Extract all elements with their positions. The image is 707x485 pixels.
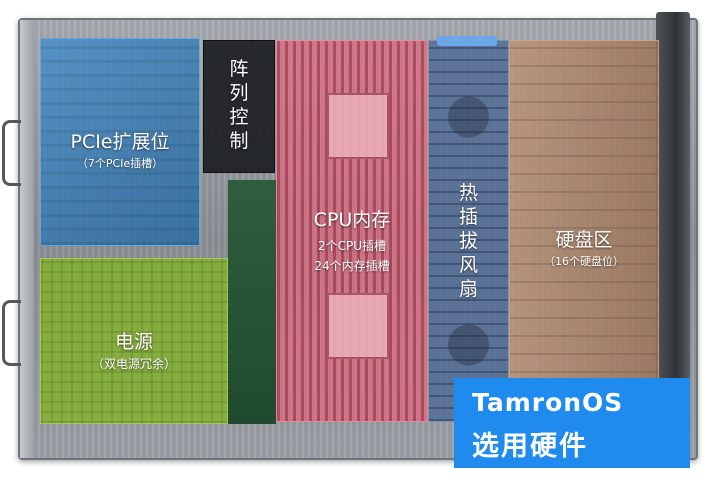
cpu-line2: 24个内存插槽 [314,259,390,273]
zone-power-supply: 电源 （双电源冗余） [40,258,228,424]
cpu-socket-2 [327,293,389,359]
cpu-title: CPU内存 [313,209,391,231]
chassis-front-edge [20,20,34,458]
raid-char-3: 控 [229,106,249,128]
raid-char-1: 阵 [229,58,249,80]
fan-char-5: 扇 [458,278,478,300]
fan-char-2: 插 [458,206,478,228]
cpu-socket-1 [327,93,389,159]
chassis-handle-bottom [2,300,21,366]
fan-char-4: 风 [458,254,478,276]
hdd-subtitle: （16个硬盘位） [544,255,624,268]
pcie-title: PCIe扩展位 [70,131,170,153]
zone-pcie: PCIe扩展位 （7个PCIe插槽） [40,38,200,246]
psu-subtitle: （双电源冗余） [91,357,176,371]
raid-label: 阵 列 控 制 [204,57,274,153]
zone-hard-drives: 硬盘区 （16个硬盘位） [509,40,659,410]
badge-title: TamronOS [472,388,624,417]
psu-title: 电源 [114,331,153,353]
zone-raid-controller: 阵 列 控 制 [203,40,275,173]
pcie-subtitle: （7个PCIe插槽） [76,157,164,170]
cpu-line1: 2个CPU插槽 [317,239,387,253]
zone-hot-swap-fans: 热 插 拔 风 扇 [428,40,509,422]
hdd-title: 硬盘区 [555,229,613,251]
fan-clip-right [461,36,497,46]
raid-char-2: 列 [229,82,249,104]
raid-char-4: 制 [229,130,249,152]
motherboard-strip [228,180,276,424]
fan-char-3: 拔 [458,230,478,252]
badge-subtitle: 选用硬件 [472,431,588,462]
tamronos-badge: TamronOS 选用硬件 [454,378,690,468]
fan-label: 热 插 拔 风 扇 [429,181,508,301]
chassis-handle-top [2,120,21,186]
fan-char-1: 热 [458,182,478,204]
zone-cpu-memory: CPU内存 2个CPU插槽 24个内存插槽 [276,40,428,422]
